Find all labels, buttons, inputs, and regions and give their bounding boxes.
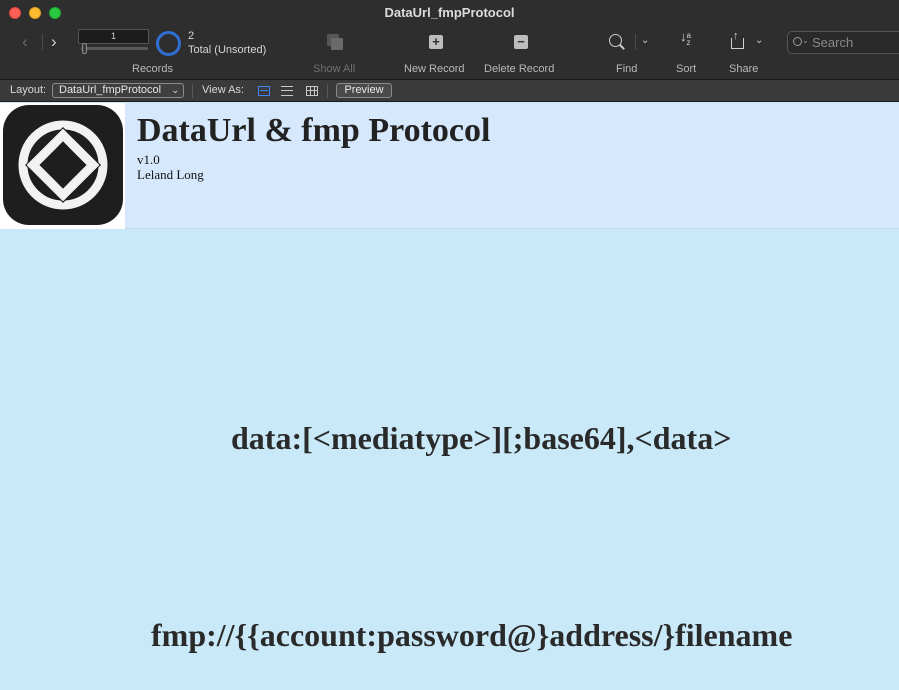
record-slider-thumb[interactable] bbox=[82, 43, 87, 54]
view-as-label: View As: bbox=[202, 84, 244, 96]
filemaker-logo-mark bbox=[18, 120, 108, 210]
layout-header: DataUrl & fmp Protocol v1.0 Leland Long bbox=[0, 103, 899, 229]
version-text: v1.0 bbox=[137, 152, 160, 167]
show-all-icon bbox=[327, 34, 343, 50]
find-divider bbox=[635, 34, 636, 50]
delete-record-button[interactable]: Delete Record bbox=[484, 63, 554, 75]
new-record-button[interactable]: New Record bbox=[404, 63, 465, 75]
filemaker-logo-icon bbox=[3, 105, 123, 225]
author-text: Leland Long bbox=[137, 167, 204, 182]
window-title: DataUrl_fmpProtocol bbox=[384, 5, 515, 20]
found-set-pie-icon bbox=[156, 31, 181, 56]
share-options-chevron-icon[interactable]: ⌄ bbox=[755, 35, 763, 46]
previous-record-icon[interactable]: ‹ bbox=[22, 33, 28, 51]
list-view-icon[interactable] bbox=[281, 86, 293, 96]
table-view-icon[interactable] bbox=[306, 86, 318, 96]
find-options-chevron-icon[interactable]: ⌄ bbox=[641, 35, 649, 46]
sort-az-icon: az bbox=[686, 32, 691, 47]
fmp-url-syntax-text: fmp://{{account:password@}address/}filen… bbox=[151, 617, 793, 653]
sort-z-glyph: z bbox=[686, 38, 691, 47]
new-record-icon[interactable]: + bbox=[429, 35, 443, 49]
logo-container bbox=[0, 103, 125, 229]
total-status: Total (Unsorted) bbox=[188, 44, 267, 56]
records-label: Records bbox=[132, 63, 173, 75]
window-toolbar: DataUrl_fmpProtocol ‹ › 1 2 Total (Unsor… bbox=[0, 0, 899, 80]
sort-button[interactable]: Sort bbox=[676, 63, 696, 75]
page-title: DataUrl & fmp Protocol bbox=[137, 112, 491, 149]
layout-divider bbox=[192, 84, 193, 98]
current-record-field[interactable]: 1 bbox=[78, 29, 149, 44]
find-button[interactable]: Find bbox=[616, 63, 637, 75]
form-view-icon[interactable] bbox=[258, 86, 270, 96]
delete-record-icon[interactable]: − bbox=[514, 35, 528, 49]
layout-label: Layout: bbox=[10, 84, 47, 96]
chevron-down-icon: ⌄ bbox=[171, 85, 179, 95]
search-icon bbox=[793, 37, 802, 46]
show-all-button[interactable]: Show All bbox=[313, 63, 355, 75]
data-url-syntax-text: data:[<mediatype>][;base64],<data> bbox=[231, 420, 732, 456]
layout-bar: Layout: DataUrl_fmpProtocol ⌄ View As: P… bbox=[0, 80, 899, 102]
layout-body: data:[<mediatype>][;base64],<data> fmp:/… bbox=[0, 230, 899, 690]
layout-select[interactable]: DataUrl_fmpProtocol ⌄ bbox=[52, 83, 184, 98]
sort-icon[interactable]: ↓a z bbox=[680, 30, 691, 47]
share-icon[interactable]: ↑ bbox=[731, 30, 745, 49]
share-button[interactable]: Share bbox=[729, 63, 758, 75]
preview-button[interactable]: Preview bbox=[336, 83, 392, 98]
view-divider bbox=[327, 84, 328, 98]
layout-select-value: DataUrl_fmpProtocol bbox=[59, 84, 162, 96]
share-arrow-icon: ↑ bbox=[733, 30, 739, 42]
find-icon[interactable] bbox=[609, 34, 626, 51]
nav-divider bbox=[42, 34, 43, 50]
next-record-icon[interactable]: › bbox=[51, 33, 57, 51]
search-options-chevron-icon[interactable]: ⌄ bbox=[802, 36, 809, 45]
found-count: 2 bbox=[188, 30, 195, 42]
record-slider[interactable] bbox=[81, 47, 148, 50]
